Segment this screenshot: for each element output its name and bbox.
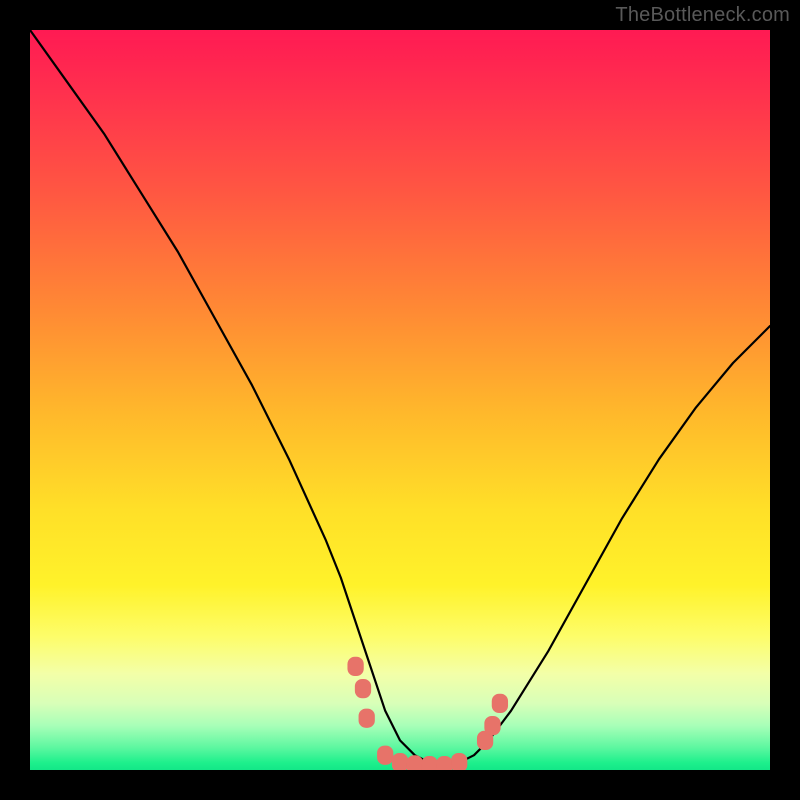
data-marker [347,657,363,676]
chart-svg [30,30,770,770]
data-marker [421,756,437,770]
data-marker [377,746,393,765]
attribution-label: TheBottleneck.com [615,4,790,27]
data-marker [407,755,423,770]
data-marker [492,694,508,713]
data-marker [436,756,452,770]
data-marker [451,753,467,770]
series-group [30,30,770,766]
series-left-arm [30,30,444,766]
data-marker [392,753,408,770]
chart-frame: TheBottleneck.com [0,0,800,800]
plot-area [30,30,770,770]
data-marker [359,709,375,728]
data-marker [355,679,371,698]
data-marker [484,716,500,735]
marker-group [347,657,508,770]
